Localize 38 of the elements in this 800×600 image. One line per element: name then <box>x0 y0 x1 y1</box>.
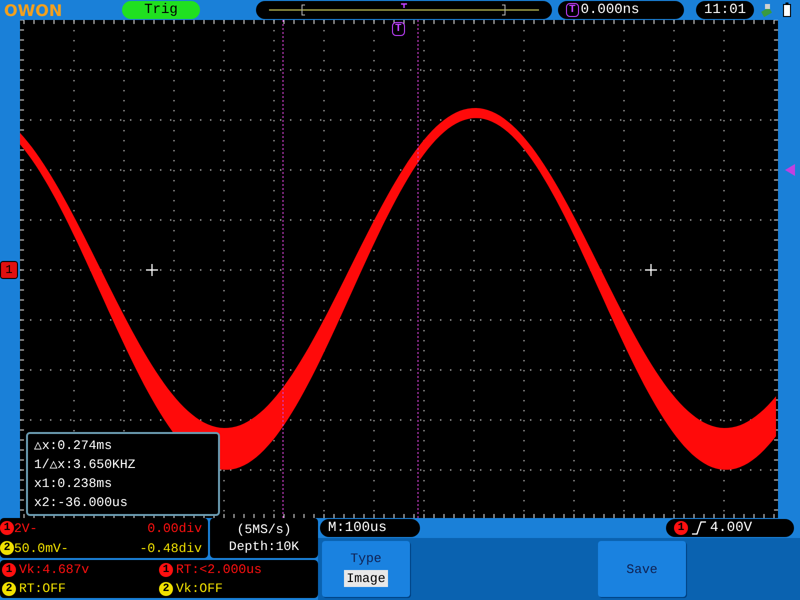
channel-scale: 50.0mV- <box>14 540 70 556</box>
channel-offset: -0.48div <box>138 540 203 556</box>
cursor-readout: 1/△x:3.650KHZ <box>34 457 136 472</box>
channel-badge: 1 <box>2 562 16 576</box>
cursor-readout: x1:0.238ms <box>34 476 114 491</box>
cursor-readout: x2:-36.000us <box>34 495 129 510</box>
trigger-level: 4.00V <box>710 519 752 537</box>
channel-badge: 1 <box>674 521 688 535</box>
measurement-value: RT:<2.000us <box>176 562 262 577</box>
crosshair-icon <box>644 263 658 277</box>
clock-time: 11:01 <box>696 1 754 19</box>
trigger-marker: T <box>566 3 579 17</box>
channel-badge: 2 <box>2 582 16 596</box>
timebase-readout: M:100us <box>320 519 420 537</box>
trigger-status: Trig <box>122 1 200 19</box>
trigger-level-arrow-icon <box>784 164 796 176</box>
channel-badge: 2 <box>159 582 173 596</box>
type-menu-button[interactable]: Type Image <box>322 541 410 597</box>
channel-offset: 0.00div <box>146 520 203 536</box>
measurement-value: RT:OFF <box>19 581 66 596</box>
trigger-position-value: 0.000ns <box>580 1 640 19</box>
sample-rate: (5MS/s) <box>236 522 292 537</box>
channel-badge: 1 <box>0 521 14 535</box>
measurement-value: Vk:4.687v <box>19 562 90 577</box>
channel-badge: 2 <box>0 541 14 555</box>
channel-scale: 2V- <box>14 520 38 536</box>
trigger-marker: T <box>392 22 405 36</box>
measurement-value: Vk:OFF <box>176 581 223 596</box>
save-button[interactable]: Save <box>598 541 686 597</box>
channel-marker: 1 <box>0 261 18 279</box>
cursor-readout: △x:0.274ms <box>34 438 114 453</box>
crosshair-icon <box>145 263 159 277</box>
channel-badge: 1 <box>159 562 173 576</box>
cursor-line[interactable] <box>282 20 284 518</box>
brand-logo: OWON <box>4 0 64 20</box>
usb-device-icon <box>760 2 774 18</box>
rising-edge-icon <box>692 521 706 535</box>
memory-depth: Depth:10K <box>228 539 300 554</box>
